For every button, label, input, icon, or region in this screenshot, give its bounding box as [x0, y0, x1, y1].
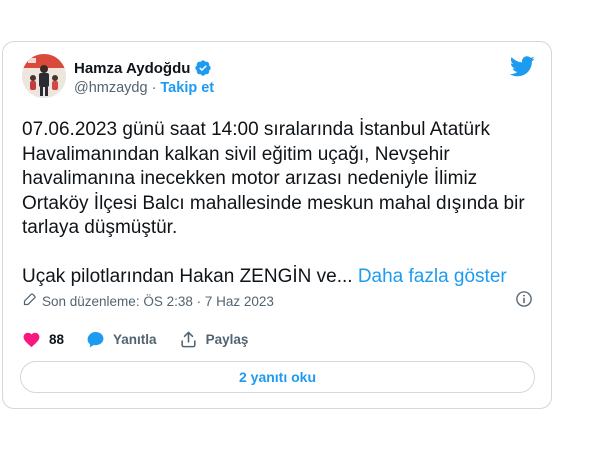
- like-button[interactable]: 88: [22, 330, 64, 349]
- like-count: 88: [49, 332, 65, 347]
- read-replies-button[interactable]: 2 yanıtı oku: [20, 361, 535, 393]
- show-more-link[interactable]: Daha fazla göster: [358, 266, 507, 287]
- reply-bubble-icon: [87, 331, 104, 348]
- heart-icon: [23, 332, 40, 348]
- reply-button[interactable]: Yanıtla: [86, 330, 157, 349]
- tweet-paragraph-2-text: Uçak pilotlarından Hakan ZENGİN ve...: [22, 266, 353, 287]
- avatar[interactable]: [22, 54, 66, 98]
- share-label: Paylaş: [205, 332, 249, 347]
- handle-separator: ·: [151, 80, 157, 96]
- tweet-paragraph-1: 07.06.2023 günü saat 14:00 sıralarında İ…: [22, 119, 525, 238]
- edited-info[interactable]: Son düzenleme: ÖS 2:38 · 7 Haz 2023: [22, 292, 274, 310]
- tweet-paragraph-2: Uçak pilotlarından Hakan ZENGİN ve... Da…: [22, 265, 537, 290]
- handle-row: @hmzaydg · Takip et: [74, 80, 214, 96]
- info-icon[interactable]: [515, 290, 533, 308]
- reply-label: Yanıtla: [113, 332, 157, 347]
- tweet-card: Hamza Aydoğdu @hmzaydg · Takip et 07.06.…: [2, 41, 552, 409]
- tweet-actions: 88 Yanıtla Paylaş: [22, 330, 270, 349]
- share-button[interactable]: Paylaş: [179, 330, 249, 349]
- author-name[interactable]: Hamza Aydoğdu: [74, 60, 190, 77]
- follow-link[interactable]: Takip et: [160, 80, 214, 96]
- verified-badge-icon: [194, 59, 212, 77]
- share-icon: [180, 331, 196, 348]
- edited-label: Son düzenleme: ÖS 2:38 · 7 Haz 2023: [42, 293, 274, 309]
- twitter-bird-icon[interactable]: [509, 56, 535, 77]
- author-row: Hamza Aydoğdu: [74, 59, 212, 77]
- tweet-text: 07.06.2023 günü saat 14:00 sıralarında İ…: [22, 118, 537, 290]
- author-handle[interactable]: @hmzaydg: [74, 80, 148, 96]
- pencil-icon: [22, 292, 37, 310]
